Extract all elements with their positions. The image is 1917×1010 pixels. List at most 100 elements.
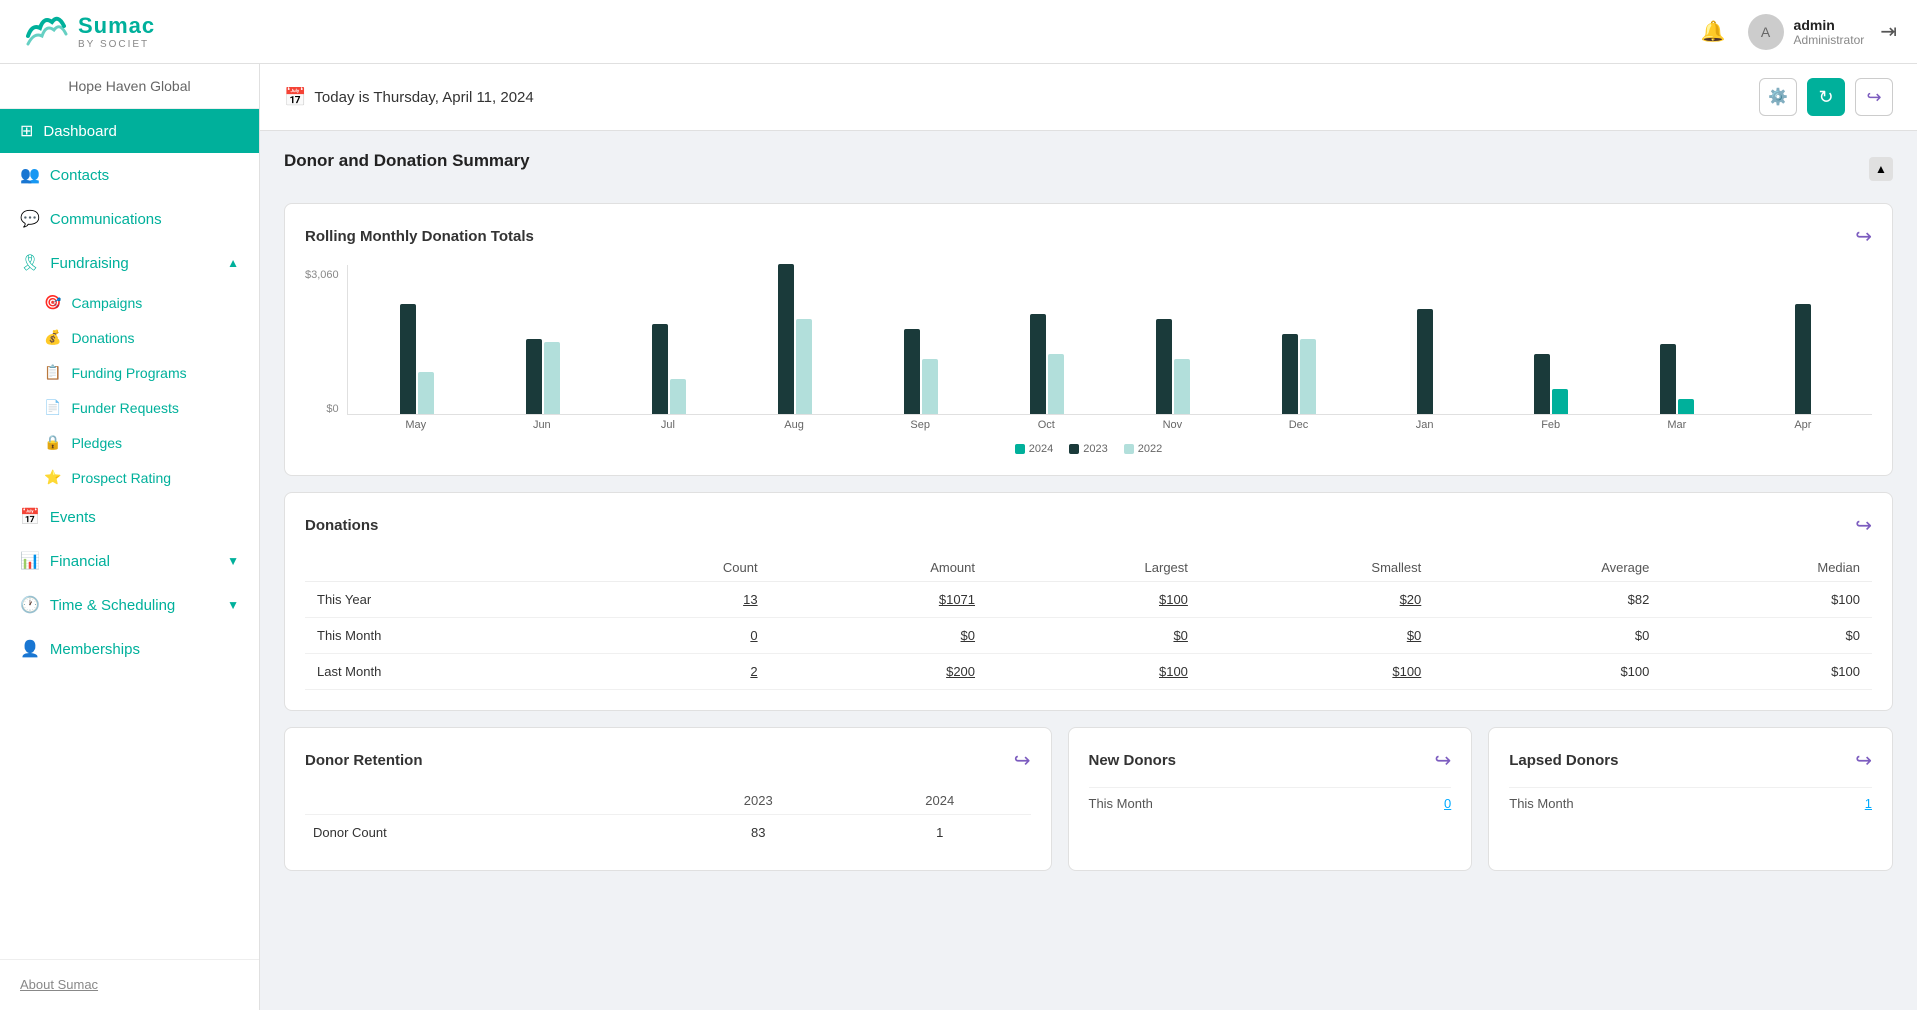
cell-smallest[interactable]: $100	[1200, 654, 1433, 690]
col-label	[305, 554, 584, 582]
bar-group	[736, 264, 854, 414]
y-label-min: $0	[326, 403, 338, 415]
sidebar-label-events: Events	[50, 509, 239, 526]
new-donors-label: This Month	[1089, 796, 1153, 811]
cell-largest[interactable]: $0	[987, 618, 1200, 654]
col-median: Median	[1661, 554, 1872, 582]
sidebar-label-prospect-rating: Prospect Rating	[71, 470, 171, 486]
sidebar-item-memberships[interactable]: 👤 Memberships	[0, 627, 259, 671]
sidebar-item-fundraising[interactable]: 🎗 Fundraising ▲	[0, 241, 259, 285]
collapse-section-button[interactable]: ▲	[1869, 157, 1893, 181]
cell-label: This Year	[305, 582, 584, 618]
cell-count[interactable]: 2	[584, 654, 769, 690]
logout-button[interactable]: ⇥	[1880, 19, 1897, 44]
sidebar-item-funding-programs[interactable]: 📋 Funding Programs	[0, 355, 259, 390]
refresh-button[interactable]: ↻	[1807, 78, 1845, 116]
bottom-cards-row: Donor Retention ↪ 2023 2024	[284, 727, 1893, 871]
sidebar-item-contacts[interactable]: 👥 Contacts	[0, 153, 259, 197]
sidebar-label-dashboard: Dashboard	[43, 123, 239, 140]
bar-month-label: Dec	[1239, 415, 1357, 431]
cell-largest[interactable]: $100	[987, 582, 1200, 618]
cell-amount[interactable]: $0	[770, 618, 987, 654]
legend-dot-2023	[1069, 444, 1079, 454]
sidebar-label-time-scheduling: Time & Scheduling	[50, 597, 217, 614]
financial-icon: 📊	[20, 551, 40, 571]
notification-button[interactable]: 🔔	[1695, 13, 1732, 50]
cell-amount[interactable]: $200	[770, 654, 987, 690]
fundraising-submenu: 🎯 Campaigns 💰 Donations 📋 Funding Progra…	[0, 285, 259, 495]
lapsed-donors-value[interactable]: 1	[1865, 796, 1872, 811]
donor-retention-share-button[interactable]: ↪	[1014, 748, 1031, 773]
dashboard-icon: ⊞	[20, 121, 33, 141]
settings-button[interactable]: ⚙️	[1759, 78, 1797, 116]
bar-month-label: Mar	[1618, 415, 1736, 431]
share-dashboard-button[interactable]: ↪	[1855, 78, 1893, 116]
sidebar-item-time-scheduling[interactable]: 🕐 Time & Scheduling ▼	[0, 583, 259, 627]
settings-icon: ⚙️	[1768, 87, 1788, 107]
bar-2022	[1174, 359, 1190, 414]
sidebar-item-funder-requests[interactable]: 📄 Funder Requests	[0, 390, 259, 425]
donations-table: Count Amount Largest Smallest Average Me…	[305, 554, 1872, 690]
chart-share-button[interactable]: ↪	[1855, 224, 1872, 249]
bars-row	[904, 264, 938, 414]
bar-group	[1114, 264, 1232, 414]
bar-2022	[1300, 339, 1316, 414]
bars-row	[400, 264, 434, 414]
table-row: Donor Count 83 1	[305, 815, 1031, 851]
sidebar-item-dashboard[interactable]: ⊞ Dashboard	[0, 109, 259, 153]
cell-smallest[interactable]: $0	[1200, 618, 1433, 654]
sidebar-label-fundraising: Fundraising	[50, 255, 217, 272]
lapsed-donors-this-month-row: This Month 1	[1509, 787, 1872, 819]
col-smallest: Smallest	[1200, 554, 1433, 582]
retention-table: 2023 2024 Donor Count 83 1	[305, 787, 1031, 850]
bar-month-label: Oct	[987, 415, 1105, 431]
share-arrow-icon: ↪	[1866, 87, 1881, 108]
sidebar-item-prospect-rating[interactable]: ⭐ Prospect Rating	[0, 460, 259, 495]
donations-card-header: Donations ↪	[305, 513, 1872, 538]
bars-row	[652, 264, 686, 414]
date-display: 📅 Today is Thursday, April 11, 2024	[284, 87, 534, 108]
donations-share-button[interactable]: ↪	[1855, 513, 1872, 538]
cell-label: Last Month	[305, 654, 584, 690]
sidebar-item-events[interactable]: 📅 Events	[0, 495, 259, 539]
sidebar-label-funding-programs: Funding Programs	[71, 365, 186, 381]
donations-card: Donations ↪ Count Amount Largest Smalles…	[284, 492, 1893, 711]
bar-2023	[1534, 354, 1550, 414]
bar-2022	[670, 379, 686, 414]
bar-group	[988, 264, 1106, 414]
contacts-icon: 👥	[20, 165, 40, 185]
donor-retention-card: Donor Retention ↪ 2023 2024	[284, 727, 1052, 871]
cell-amount[interactable]: $1071	[770, 582, 987, 618]
financial-chevron-icon: ▼	[227, 554, 239, 568]
bar-group	[610, 264, 728, 414]
retention-table-header: 2023 2024	[305, 787, 1031, 815]
cell-count[interactable]: 0	[584, 618, 769, 654]
sidebar-item-financial[interactable]: 📊 Financial ▼	[0, 539, 259, 583]
fundraising-chevron-icon: ▲	[227, 256, 239, 270]
lapsed-donors-share-button[interactable]: ↪	[1855, 748, 1872, 773]
new-donors-share-button[interactable]: ↪	[1434, 748, 1451, 773]
bar-group	[484, 264, 602, 414]
logo-text: Sumac BY SOCIET	[78, 13, 155, 50]
pledges-icon: 🔒	[44, 434, 61, 451]
bell-icon: 🔔	[1701, 21, 1726, 43]
cell-largest[interactable]: $100	[987, 654, 1200, 690]
bar-month-label: Jun	[483, 415, 601, 431]
sidebar-item-communications[interactable]: 💬 Communications	[0, 197, 259, 241]
donations-sub-icon: 💰	[44, 329, 61, 346]
table-row: This Year13$1071$100$20$82$100	[305, 582, 1872, 618]
bars-row	[1417, 264, 1433, 414]
sidebar-item-pledges[interactable]: 🔒 Pledges	[0, 425, 259, 460]
new-donors-value[interactable]: 0	[1444, 796, 1451, 811]
legend-2022: 2022	[1124, 443, 1162, 455]
about-link[interactable]: About Sumac	[20, 977, 98, 992]
cell-smallest[interactable]: $20	[1200, 582, 1433, 618]
time-scheduling-icon: 🕐	[20, 595, 40, 615]
sidebar-item-campaigns[interactable]: 🎯 Campaigns	[0, 285, 259, 320]
sidebar-item-donations[interactable]: 💰 Donations	[0, 320, 259, 355]
legend-label-2022: 2022	[1138, 443, 1162, 455]
retention-v2023: 83	[667, 815, 849, 851]
col-largest: Largest	[987, 554, 1200, 582]
y-label-max: $3,060	[305, 269, 339, 281]
cell-count[interactable]: 13	[584, 582, 769, 618]
